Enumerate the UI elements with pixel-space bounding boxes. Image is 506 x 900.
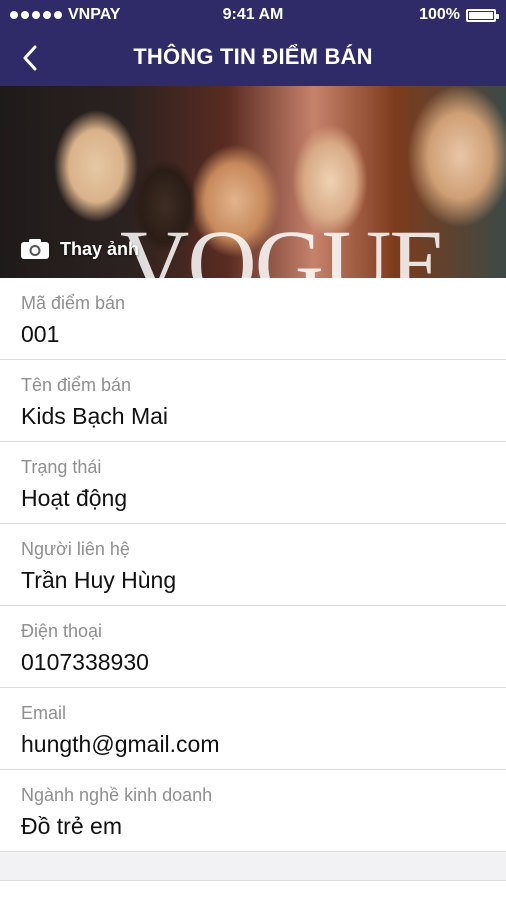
field-label: Tên điểm bán [21, 375, 132, 395]
field-phone: Điện thoại 0107338930 [0, 606, 506, 688]
field-value: Đồ trẻ em [21, 813, 122, 839]
page-title: THÔNG TIN ĐIỂM BÁN [133, 44, 373, 69]
field-value: Kids Bạch Mai [21, 403, 169, 429]
field-business-type: Ngành nghề kinh doanh Đồ trẻ em [0, 770, 506, 852]
camera-icon [21, 239, 49, 259]
field-label: Email [21, 703, 67, 723]
change-photo-label: Thay ảnh [60, 238, 140, 259]
field-label: Mã điểm bán [21, 293, 126, 313]
field-contact-person: Người liên hệ Trần Huy Hùng [0, 524, 506, 606]
status-bar: VNPAY 9:41 AM 100% [0, 0, 506, 30]
field-label: Trạng thái [21, 457, 102, 477]
field-value: Trần Huy Hùng [21, 567, 177, 593]
store-info-list: Mã điểm bán 001 Tên điểm bán Kids Bạch M… [0, 278, 506, 852]
field-value: 001 [21, 321, 60, 347]
field-store-name: Tên điểm bán Kids Bạch Mai [0, 360, 506, 442]
nav-bar: THÔNG TIN ĐIỂM BÁN [0, 30, 506, 86]
bottom-panel [0, 880, 506, 900]
top-bar: VNPAY 9:41 AM 100% THÔNG TIN ĐIỂM BÁN [0, 0, 506, 86]
field-store-code: Mã điểm bán 001 [0, 278, 506, 360]
store-info-screen: VNPAY 9:41 AM 100% THÔNG TIN ĐIỂM BÁN VO… [0, 0, 506, 900]
field-email: Email hungth@gmail.com [0, 688, 506, 770]
battery-info: 100% [419, 6, 499, 24]
store-cover-image: VOGUE Thay ảnh [0, 86, 506, 278]
field-value: 0107338930 [21, 649, 149, 675]
field-label: Điện thoại [21, 621, 103, 641]
change-photo-button[interactable]: Thay ảnh [20, 238, 139, 260]
field-value: Hoạt động [21, 485, 128, 511]
field-label: Ngành nghề kinh doanh [21, 785, 213, 805]
banner-logo-text: VOGUE [120, 210, 448, 279]
field-status: Trạng thái Hoạt động [0, 442, 506, 524]
battery-icon [466, 8, 499, 22]
battery-percent: 100% [419, 6, 460, 23]
field-value: hungth@gmail.com [21, 731, 220, 757]
field-label: Người liên hệ [21, 539, 130, 559]
